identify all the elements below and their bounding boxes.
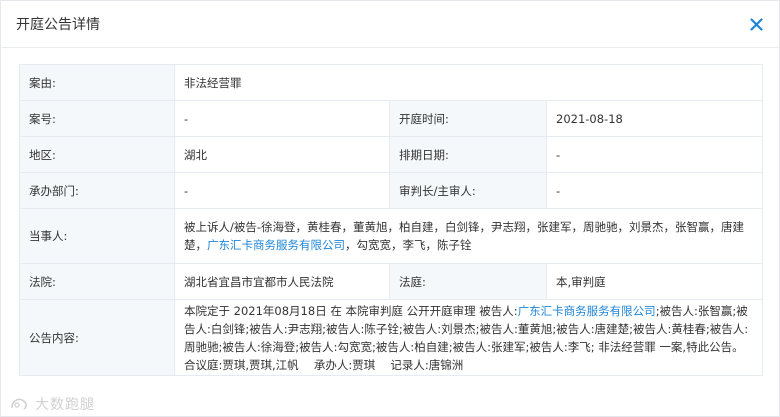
notice-company-link[interactable]: 广东汇卡商务服务有限公司 xyxy=(518,304,656,318)
table-row: 案由: 非法经营罪 xyxy=(19,64,763,101)
company-link[interactable]: 广东汇卡商务服务有限公司 xyxy=(207,238,345,252)
court-value: 湖北省宜昌市宜都市人民法院 xyxy=(174,263,390,300)
table-row: 地区: 湖北 排期日期: - xyxy=(19,136,763,173)
region-label: 地区: xyxy=(19,136,175,173)
close-icon[interactable] xyxy=(747,15,765,33)
hearing-time-value: 2021-08-18 xyxy=(546,100,763,137)
table-row: 当事人: 被上诉人/被告-徐海登，黄桂春，董黄旭，柏自建，白剑锋，尹志翔，张建军… xyxy=(19,208,763,264)
modal-title: 开庭公告详情 xyxy=(16,17,100,33)
table-row: 承办部门: - 审判长/主审人: - xyxy=(19,172,763,209)
watermark: 大数跑腿 xyxy=(9,394,95,414)
notice-label: 公告内容: xyxy=(19,299,175,376)
schedule-date-value: - xyxy=(546,136,763,173)
parties-label: 当事人: xyxy=(19,208,175,264)
judge-label: 审判长/主审人: xyxy=(389,172,547,209)
detail-table: 案由: 非法经营罪 案号: - 开庭时间: 2021-08-18 地区: 湖北 … xyxy=(19,64,763,376)
department-label: 承办部门: xyxy=(19,172,175,209)
schedule-date-label: 排期日期: xyxy=(389,136,547,173)
case-no-label: 案号: xyxy=(19,100,175,137)
region-value: 湖北 xyxy=(174,136,390,173)
table-row: 公告内容: 本院定于 2021年08月18日 在 本院审判庭 公开开庭审理 被告… xyxy=(19,299,763,376)
watermark-text: 大数跑腿 xyxy=(35,397,95,413)
table-row: 案号: - 开庭时间: 2021-08-18 xyxy=(19,100,763,137)
case-reason-value: 非法经营罪 xyxy=(174,64,763,101)
hearing-time-label: 开庭时间: xyxy=(389,100,547,137)
modal-header: 开庭公告详情 xyxy=(1,1,779,48)
detail-content: 案由: 非法经营罪 案号: - 开庭时间: 2021-08-18 地区: 湖北 … xyxy=(19,64,763,376)
department-value: - xyxy=(174,172,390,209)
parties-value: 被上诉人/被告-徐海登，黄桂春，董黄旭，柏自建，白剑锋，尹志翔，张建军，周驰驰，… xyxy=(174,208,763,264)
tribunal-label: 法庭: xyxy=(389,263,547,300)
case-reason-label: 案由: xyxy=(19,64,175,101)
notice-text: 本院定于 2021年08月18日 在 本院审判庭 公开开庭审理 被告人: xyxy=(184,303,518,318)
table-row: 法院: 湖北省宜昌市宜都市人民法院 法庭: 本,审判庭 xyxy=(19,263,763,300)
tribunal-value: 本,审判庭 xyxy=(546,263,763,300)
notice-content: 本院定于 2021年08月18日 在 本院审判庭 公开开庭审理 被告人:广东汇卡… xyxy=(174,299,763,376)
judge-value: - xyxy=(546,172,763,209)
court-label: 法院: xyxy=(19,263,175,300)
notice-detail-modal: 开庭公告详情 案由: 非法经营罪 案号: - 开庭时间: 2021-08-18 … xyxy=(0,0,780,417)
case-no-value: - xyxy=(174,100,390,137)
parties-text-rest: ，勾宽宽，李飞，陈子铨 xyxy=(345,238,472,252)
watermark-logo-icon xyxy=(11,398,27,410)
